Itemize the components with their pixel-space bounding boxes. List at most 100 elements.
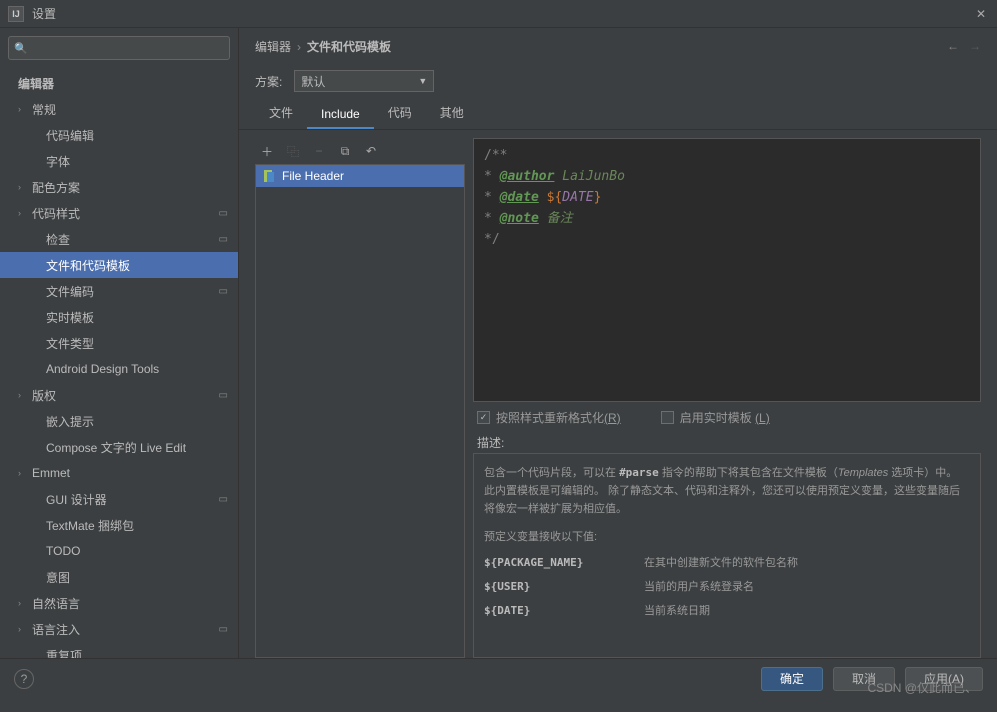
template-list[interactable]: File Header	[255, 164, 465, 658]
tab-3[interactable]: 其他	[426, 98, 478, 129]
description-box[interactable]: 包含一个代码片段，可以在 #parse 指令的帮助下将其包含在文件模板（Temp…	[473, 453, 981, 658]
tree-item-label: 自然语言	[32, 595, 80, 612]
modified-icon: ▭	[219, 286, 228, 297]
tree-item-11[interactable]: ›版权 ▭	[0, 382, 238, 408]
tree-item-1[interactable]: 代码编辑	[0, 122, 238, 148]
tree-item-9[interactable]: 文件类型	[0, 330, 238, 356]
tree-item-label: TextMate 捆绑包	[46, 517, 134, 534]
tree-item-6[interactable]: 文件和代码模板	[0, 252, 238, 278]
var-key: ${USER}	[484, 578, 644, 596]
description-label: 描述:	[473, 432, 981, 453]
scheme-select[interactable]: 默认▼	[294, 70, 434, 92]
tree-item-7[interactable]: 文件编码 ▭	[0, 278, 238, 304]
tree-item-10[interactable]: Android Design Tools	[0, 356, 238, 382]
file-icon	[262, 169, 276, 183]
tree-item-17[interactable]: TODO	[0, 538, 238, 564]
template-toolbar: ＋ ⿻ − ⧉ ↶	[255, 138, 465, 164]
tabs: 文件Include代码其他	[239, 98, 997, 130]
add-icon[interactable]: ＋	[259, 143, 275, 160]
tree-item-12[interactable]: 嵌入提示	[0, 408, 238, 434]
tree-item-4[interactable]: ›代码样式 ▭	[0, 200, 238, 226]
tree-item-label: 配色方案	[32, 179, 80, 196]
var-row: ${PACKAGE_NAME}在其中创建新文件的软件包名称	[484, 554, 970, 572]
tree-item-label: Android Design Tools	[46, 362, 159, 376]
var-value: 在其中创建新文件的软件包名称	[644, 554, 970, 572]
search-input[interactable]	[8, 36, 230, 60]
tab-0[interactable]: 文件	[255, 98, 307, 129]
checkbox-icon	[661, 411, 674, 424]
chevron-right-icon: ›	[18, 182, 32, 192]
copy-icon[interactable]: ⧉	[337, 144, 353, 159]
tree-item-label: 实时模板	[46, 309, 94, 326]
modified-icon: ▭	[219, 390, 228, 401]
var-value: 当前系统日期	[644, 602, 970, 620]
chevron-right-icon: ›	[18, 390, 32, 400]
var-row: ${USER}当前的用户系统登录名	[484, 578, 970, 596]
tree-item-label: 文件编码	[46, 283, 94, 300]
chevron-right-icon: ›	[18, 598, 32, 608]
tree-item-label: 嵌入提示	[46, 413, 94, 430]
modified-icon: ▭	[219, 494, 228, 505]
tree-item-label: 版权	[32, 387, 56, 404]
ok-button[interactable]: 确定	[761, 667, 823, 691]
remove-icon: −	[311, 144, 327, 158]
tree-item-label: Compose 文字的 Live Edit	[46, 439, 186, 456]
help-button[interactable]: ?	[14, 669, 34, 689]
tab-2[interactable]: 代码	[374, 98, 426, 129]
tree-item-3[interactable]: ›配色方案	[0, 174, 238, 200]
live-template-checkbox[interactable]: 启用实时模板 (L)	[661, 409, 770, 426]
chevron-down-icon: ▼	[418, 76, 427, 86]
template-editor[interactable]: /** * @author LaiJunBo * @date ${DATE} *…	[473, 138, 981, 402]
tree-item-label: Emmet	[32, 466, 70, 480]
tree-item-21[interactable]: 重复项	[0, 642, 238, 658]
tree-item-8[interactable]: 实时模板	[0, 304, 238, 330]
var-key: ${PACKAGE_NAME}	[484, 554, 644, 572]
modified-icon: ▭	[219, 234, 228, 245]
tree-item-5[interactable]: 检查 ▭	[0, 226, 238, 252]
tree-item-label: 语言注入	[32, 621, 80, 638]
tab-1[interactable]: Include	[307, 101, 374, 129]
tree-item-label: 代码编辑	[46, 127, 94, 144]
cancel-button[interactable]: 取消	[833, 667, 895, 691]
tree-item-2[interactable]: 字体	[0, 148, 238, 174]
tree-item-0[interactable]: ›常规	[0, 96, 238, 122]
forward-icon[interactable]: →	[969, 39, 981, 53]
tree-item-15[interactable]: GUI 设计器 ▭	[0, 486, 238, 512]
tree-item-13[interactable]: Compose 文字的 Live Edit	[0, 434, 238, 460]
tree-root-editor[interactable]: 编辑器	[0, 70, 238, 96]
modified-icon: ▭	[219, 208, 228, 219]
tree-item-label: 常规	[32, 101, 56, 118]
undo-icon[interactable]: ↶	[363, 144, 379, 158]
copy-template-icon: ⿻	[285, 143, 301, 160]
tree-item-label: 重复项	[46, 647, 82, 659]
chevron-right-icon: ›	[18, 208, 32, 218]
chevron-right-icon: ›	[18, 468, 32, 478]
close-icon[interactable]: ✕	[973, 6, 989, 22]
tree-item-19[interactable]: ›自然语言	[0, 590, 238, 616]
tree-item-18[interactable]: 意图	[0, 564, 238, 590]
tree-item-label: 检查	[46, 231, 70, 248]
checkbox-icon	[477, 411, 490, 424]
breadcrumb: 编辑器›文件和代码模板	[255, 38, 391, 55]
tree-item-label: 文件和代码模板	[46, 257, 130, 274]
chevron-right-icon: ›	[18, 104, 32, 114]
tree-item-14[interactable]: ›Emmet	[0, 460, 238, 486]
app-logo: IJ	[8, 6, 24, 22]
tree-item-20[interactable]: ›语言注入▭	[0, 616, 238, 642]
template-item-file-header[interactable]: File Header	[256, 165, 464, 187]
tree-item-label: 文件类型	[46, 335, 94, 352]
tree-item-label: 字体	[46, 153, 70, 170]
window-title: 设置	[32, 5, 973, 22]
settings-tree[interactable]: 编辑器›常规代码编辑字体›配色方案›代码样式▭检查▭文件和代码模板文件编码▭实时…	[0, 68, 238, 658]
var-key: ${DATE}	[484, 602, 644, 620]
dialog-footer: ? 确定 取消 应用(A)	[0, 658, 997, 698]
titlebar: IJ 设置 ✕	[0, 0, 997, 28]
back-icon[interactable]: ←	[947, 39, 959, 53]
scheme-label: 方案:	[255, 73, 282, 90]
var-value: 当前的用户系统登录名	[644, 578, 970, 596]
tree-item-label: GUI 设计器	[46, 491, 107, 508]
apply-button[interactable]: 应用(A)	[905, 667, 983, 691]
reformat-checkbox[interactable]: 按照样式重新格式化(R)	[477, 409, 621, 426]
tree-item-label: 代码样式	[32, 205, 80, 222]
tree-item-16[interactable]: TextMate 捆绑包	[0, 512, 238, 538]
